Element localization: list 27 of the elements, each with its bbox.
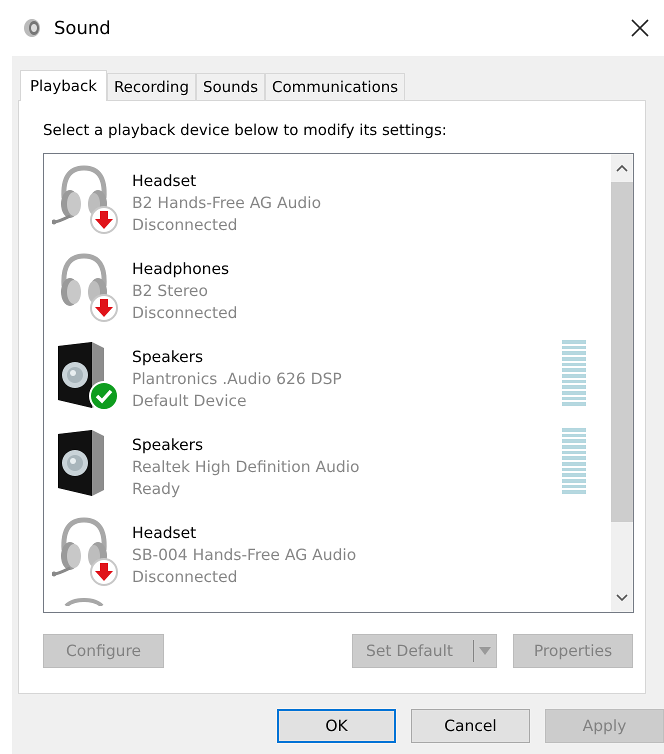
- device-name: Headset: [132, 523, 198, 544]
- device-status: Disconnected: [132, 567, 238, 588]
- device-description: B2 Hands-Free AG Audio: [132, 193, 322, 214]
- scrollbar[interactable]: [611, 154, 633, 612]
- device-name: Speakers: [132, 347, 204, 368]
- device-name: Headset: [132, 171, 198, 192]
- device-description: SB-004 Hands-Free AG Audio: [132, 545, 356, 566]
- tab[interactable]: Playback: [20, 70, 107, 101]
- device-status: Disconnected: [132, 303, 238, 324]
- scrollbar-thumb[interactable]: [611, 182, 633, 522]
- device-name: Speakers: [132, 435, 204, 456]
- speaker-icon: [58, 430, 104, 496]
- instruction-text: Select a playback device below to modify its settings:: [43, 121, 448, 141]
- device-status: Disconnected: [132, 215, 238, 236]
- dialog-button[interactable]: OK: [277, 709, 396, 743]
- device-description: Realtek High Definition Audio: [132, 457, 360, 478]
- tab[interactable]: Sounds: [196, 73, 266, 100]
- speaker-icon: [22, 18, 42, 38]
- window-title: Sound: [54, 18, 111, 38]
- device-description: Plantronics .Audio 626 DSP: [132, 369, 342, 390]
- device-status: Ready: [132, 479, 182, 500]
- dialog-button[interactable]: Cancel: [411, 709, 530, 743]
- device-description: B2 Stereo: [132, 281, 209, 302]
- tab[interactable]: Recording: [106, 73, 196, 100]
- device-name: Headphones: [132, 259, 230, 280]
- device-status: Default Device: [132, 391, 248, 412]
- tab[interactable]: Communications: [265, 73, 406, 100]
